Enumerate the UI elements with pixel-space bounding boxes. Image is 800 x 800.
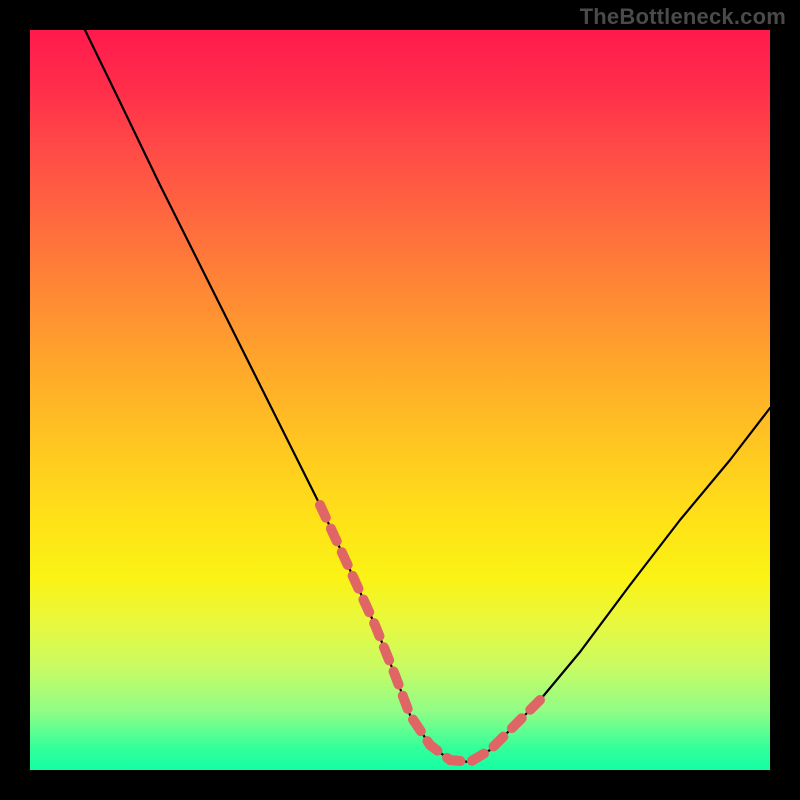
chart-frame: TheBottleneck.com xyxy=(0,0,800,800)
watermark-text: TheBottleneck.com xyxy=(580,4,786,30)
plot-area xyxy=(30,30,770,770)
optimal-range-marker xyxy=(320,505,540,762)
curve-svg xyxy=(30,30,770,770)
bottleneck-curve xyxy=(85,30,770,762)
